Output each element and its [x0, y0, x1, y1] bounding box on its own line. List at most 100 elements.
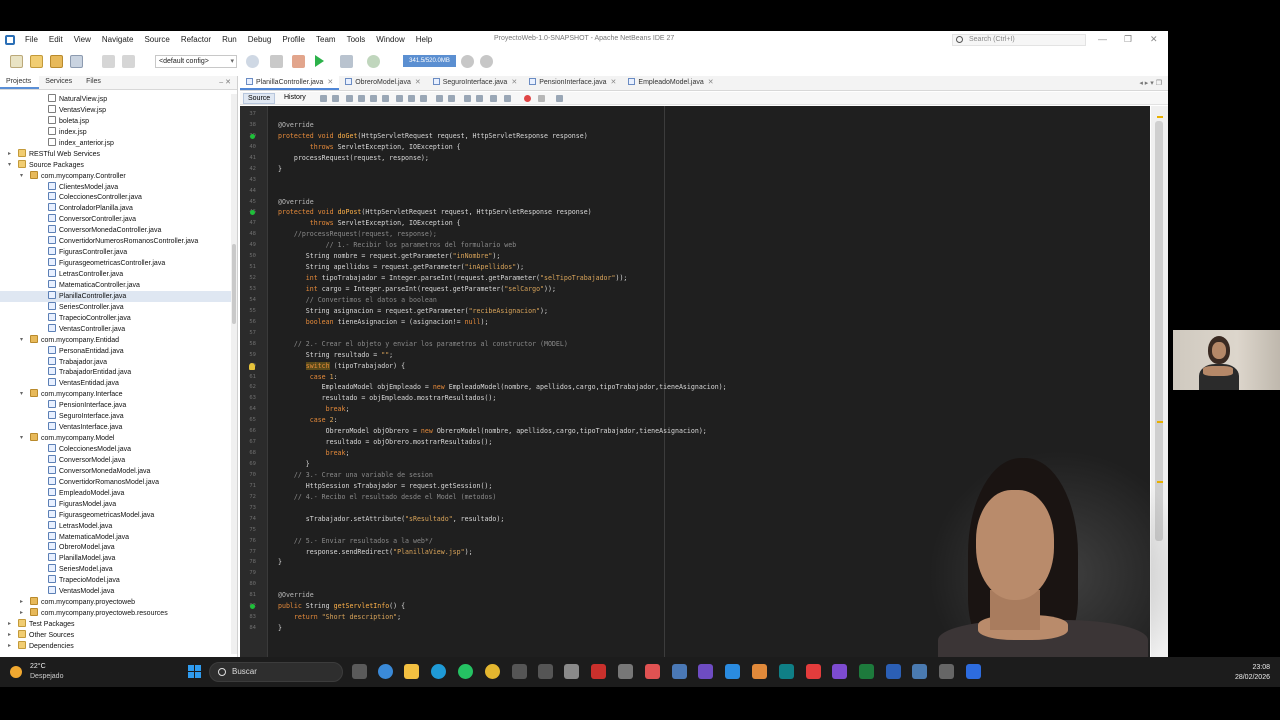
tree-item[interactable]: TrabajadorEntidad.java [0, 367, 232, 378]
expand-toggle-icon[interactable]: ▸ [20, 608, 23, 619]
code-line[interactable]: 58 // 2.- Crear el objeto y enviar los p… [240, 339, 1150, 350]
debug-icon[interactable] [340, 55, 353, 68]
tree-item[interactable]: ▸ com.mycompany.proyectoweb [0, 597, 232, 608]
source-mode-button[interactable]: Source [243, 93, 276, 104]
save-all-icon[interactable] [70, 55, 83, 68]
app-icon[interactable] [912, 664, 927, 679]
app-icon[interactable] [779, 664, 794, 679]
app-icon[interactable] [806, 664, 821, 679]
editor-tab[interactable]: PensionInterface.java ✕ [523, 76, 622, 90]
close-tab-icon[interactable]: ✕ [611, 79, 617, 86]
diff-icon[interactable] [556, 95, 563, 102]
tree-item[interactable]: ▾ Source Packages [0, 159, 232, 171]
toggle-bookmark-icon[interactable] [420, 95, 427, 102]
expand-toggle-icon[interactable]: ▾ [20, 433, 23, 444]
tab-projects[interactable]: Projects [0, 76, 40, 89]
tree-item[interactable]: index.jsp [0, 126, 232, 138]
code-line[interactable]: 64 break; [240, 404, 1150, 415]
app-icon[interactable] [645, 664, 660, 679]
tab-files[interactable]: Files [80, 76, 109, 89]
tree-item[interactable]: ControladorPlanilla.java [0, 203, 232, 214]
app-icon[interactable] [752, 664, 767, 679]
tree-item[interactable]: ConvertidorNumerosRomanosController.java [0, 236, 232, 247]
hammer-icon[interactable] [270, 55, 283, 68]
menu-team[interactable]: Team [315, 34, 337, 45]
history-mode-button[interactable]: History [280, 93, 310, 102]
find-next-icon[interactable] [370, 95, 377, 102]
code-line[interactable]: 51 String apellidos = request.getParamet… [240, 262, 1150, 273]
expand-toggle-icon[interactable]: ▸ [8, 630, 11, 641]
run-icon[interactable] [315, 55, 324, 67]
tree-item[interactable]: ▸ Test Packages [0, 619, 232, 630]
macro-icon[interactable] [490, 95, 497, 102]
new-project-icon[interactable] [30, 55, 43, 68]
menu-run[interactable]: Run [221, 34, 238, 45]
code-line[interactable]: 55 String asignacion = request.getParame… [240, 306, 1150, 317]
calculator-icon[interactable] [512, 664, 527, 679]
stop-macro-icon[interactable] [538, 95, 545, 102]
code-line[interactable]: 49 // 1.- Recibir los parametros del for… [240, 240, 1150, 251]
expand-toggle-icon[interactable]: ▸ [8, 619, 11, 630]
app-icon[interactable] [564, 664, 579, 679]
edge-icon[interactable] [431, 664, 446, 679]
minimize-icon[interactable]: — [1098, 34, 1107, 44]
code-line[interactable]: 38 @Override [240, 120, 1150, 131]
code-line[interactable]: 40 throws ServletException, IOException … [240, 142, 1150, 153]
tree-item[interactable]: SeguroInterface.java [0, 411, 232, 422]
tree-item[interactable]: NaturalView.jsp [0, 94, 232, 105]
close-icon[interactable]: ✕ [1150, 34, 1158, 45]
comment-icon[interactable] [464, 95, 471, 102]
panel-minimize-icon[interactable]: – ✕ [219, 78, 231, 86]
visual-studio-icon[interactable] [698, 664, 713, 679]
profile-icon[interactable] [367, 55, 380, 68]
warning-marker[interactable] [1157, 421, 1163, 423]
gc-profile-icon[interactable] [480, 55, 493, 68]
tree-item[interactable]: boleta.jsp [0, 115, 232, 127]
file-explorer-icon[interactable] [404, 664, 419, 679]
code-line[interactable]: 41 processRequest(request, response); [240, 153, 1150, 164]
tree-item[interactable]: VentasInterface.java [0, 422, 232, 433]
code-line[interactable]: 54 // Convertimos el datos a boolean [240, 295, 1150, 306]
code-line[interactable]: 37 [240, 109, 1150, 120]
tree-item[interactable]: PersonaEntidad.java [0, 345, 232, 357]
code-line[interactable]: 50 String nombre = request.getParameter(… [240, 251, 1150, 262]
code-line[interactable]: 45 @Override [240, 197, 1150, 208]
tree-item[interactable]: TrapecioModel.java [0, 575, 232, 586]
menu-refactor[interactable]: Refactor [180, 34, 212, 45]
code-line[interactable]: 57 [240, 328, 1150, 339]
gc-icon[interactable] [461, 55, 474, 68]
tree-item[interactable]: FigurasController.java [0, 247, 232, 258]
menu-help[interactable]: Help [415, 34, 433, 45]
find-icon[interactable] [346, 95, 353, 102]
code-line[interactable]: 60 switch (tipoTrabajador) { [240, 361, 1150, 372]
netbeans-icon[interactable] [672, 664, 687, 679]
new-file-icon[interactable] [10, 55, 23, 68]
back-icon[interactable] [320, 95, 327, 102]
code-line[interactable]: 66 ObreroModel objObrero = new ObreroMod… [240, 426, 1150, 437]
forward-icon[interactable] [332, 95, 339, 102]
expand-toggle-icon[interactable]: ▸ [8, 641, 11, 652]
tree-item[interactable]: LetrasController.java [0, 269, 232, 280]
tree-item[interactable]: PlanillaController.java [0, 290, 232, 302]
chrome-icon[interactable] [485, 664, 500, 679]
word-icon[interactable] [886, 664, 901, 679]
code-line[interactable]: 65 case 2: [240, 415, 1150, 426]
menu-tools[interactable]: Tools [346, 34, 367, 45]
copilot-icon[interactable] [378, 664, 393, 679]
menu-window[interactable]: Window [375, 34, 405, 45]
app-icon[interactable] [939, 664, 954, 679]
app-icon[interactable] [832, 664, 847, 679]
expand-toggle-icon[interactable]: ▸ [8, 149, 11, 160]
menu-debug[interactable]: Debug [247, 34, 273, 45]
editor-tab[interactable]: EmpleadoModel.java ✕ [622, 76, 719, 90]
tab-services[interactable]: Services [39, 76, 80, 89]
tree-item[interactable]: VentasModel.java [0, 586, 232, 597]
menu-navigate[interactable]: Navigate [101, 34, 135, 45]
menu-source[interactable]: Source [143, 34, 170, 45]
tree-item[interactable]: ConversorController.java [0, 214, 232, 225]
code-line[interactable]: 46protected void doPost(HttpServletReque… [240, 207, 1150, 218]
zoom-icon[interactable] [966, 664, 981, 679]
tree-item[interactable]: SeriesController.java [0, 301, 232, 313]
code-line[interactable]: 52 int tipoTrabajador = Integer.parseInt… [240, 273, 1150, 284]
tree-item[interactable]: ConversorMonedaController.java [0, 225, 232, 236]
